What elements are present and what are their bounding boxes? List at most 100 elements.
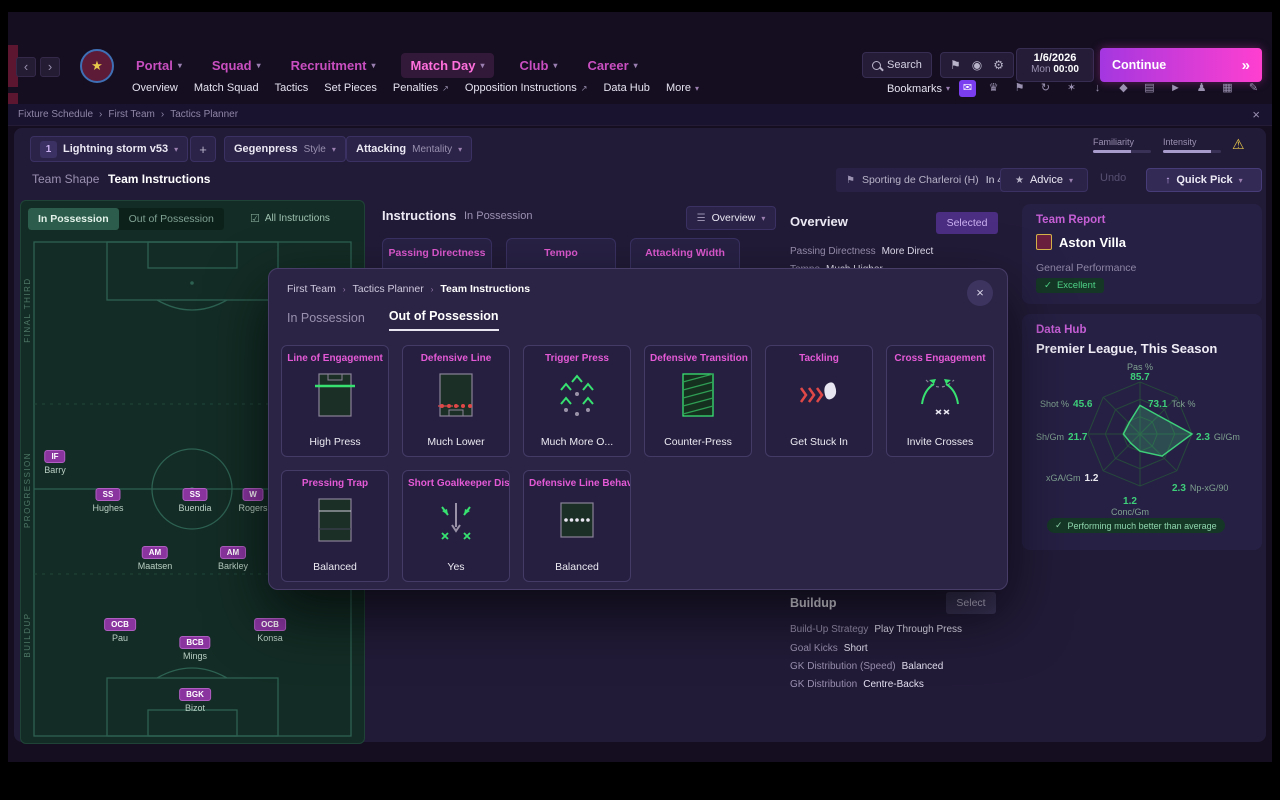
crumb-tactics-planner[interactable]: Tactics Planner bbox=[170, 109, 238, 120]
undo-button[interactable]: Undo bbox=[1100, 172, 1126, 184]
quick-pick-button[interactable]: ↑ Quick Pick ▾ bbox=[1146, 168, 1262, 192]
club-mini-crest bbox=[1036, 234, 1052, 250]
achievements-icon[interactable]: ✶ bbox=[1063, 80, 1080, 97]
menu-item-squad[interactable]: Squad▾ bbox=[208, 53, 265, 78]
nav-tactics[interactable]: Tactics bbox=[275, 82, 309, 94]
player-rogers[interactable]: WRogers bbox=[238, 484, 267, 513]
menu-item-match-day[interactable]: Match Day▾ bbox=[401, 53, 493, 78]
instructions-context: In Possession bbox=[464, 210, 532, 222]
menu-item-club[interactable]: Club▾ bbox=[516, 53, 562, 78]
player-position-badge: OCB bbox=[104, 618, 136, 631]
card-cross-engagement[interactable]: Cross Engagement Invite Crosses bbox=[886, 345, 994, 457]
segment-in-possession[interactable]: In Possession bbox=[28, 208, 119, 230]
card-short-goalkeeper-distribution[interactable]: Short Goalkeeper Distr Yes bbox=[402, 470, 510, 582]
reports-icon[interactable]: ▤ bbox=[1141, 80, 1158, 97]
defensive-line-behaviour-icon bbox=[555, 495, 599, 545]
player-barry[interactable]: IFBarry bbox=[44, 446, 66, 475]
selected-button[interactable]: Selected bbox=[936, 212, 998, 234]
player-barkley[interactable]: AMBarkley bbox=[218, 542, 248, 571]
crumb-first-team[interactable]: First Team bbox=[108, 109, 155, 120]
nav-opposition-instructions[interactable]: Opposition Instructions↗ bbox=[465, 82, 588, 94]
style-label: Style bbox=[304, 144, 326, 155]
card-tackling[interactable]: Tackling Get Stuck In bbox=[765, 345, 873, 457]
row-value: More Direct bbox=[882, 246, 934, 257]
all-instructions-toggle[interactable]: ☑ All Instructions bbox=[250, 212, 330, 225]
notes-icon[interactable]: ✎ bbox=[1245, 80, 1262, 97]
plus-icon: + bbox=[199, 142, 207, 157]
advice-button[interactable]: ★ Advice ▾ bbox=[1000, 168, 1088, 192]
team-report-card[interactable]: Team Report Aston Villa General Performa… bbox=[1022, 204, 1262, 304]
buildup-select-button[interactable]: Select bbox=[946, 592, 996, 614]
modal-tab-out-of-possession[interactable]: Out of Possession bbox=[389, 309, 499, 331]
club-crest-aston-villa[interactable]: ★ bbox=[80, 49, 114, 83]
nav-data-hub[interactable]: Data Hub bbox=[603, 82, 649, 94]
menu-item-career[interactable]: Career▾ bbox=[583, 53, 641, 78]
promotion-icon[interactable]: ► bbox=[1167, 80, 1184, 97]
downloads-icon[interactable]: ↓ bbox=[1089, 80, 1106, 97]
card-title: Tackling bbox=[766, 353, 872, 364]
nav-label: Tactics bbox=[275, 82, 309, 94]
modal-tab-in-possession[interactable]: In Possession bbox=[287, 311, 365, 331]
search-button[interactable]: Search bbox=[862, 52, 932, 78]
schedule-icon[interactable]: ▦ bbox=[1219, 80, 1236, 97]
performance-badge: ✓ Excellent bbox=[1036, 278, 1104, 293]
nav-label: Opposition Instructions bbox=[465, 82, 577, 94]
bookmark-icon[interactable]: ⚑ bbox=[950, 58, 961, 72]
close-screen-icon[interactable]: × bbox=[1252, 107, 1260, 122]
bookmarks-label: Bookmarks bbox=[887, 83, 942, 95]
player-maatsen[interactable]: AMMaatsen bbox=[138, 542, 173, 571]
player-mings[interactable]: BCBMings bbox=[179, 632, 210, 661]
card-trigger-press[interactable]: Trigger Press Much More O... bbox=[523, 345, 631, 457]
player-hughes[interactable]: SSHughes bbox=[92, 484, 123, 513]
bookmarks-menu[interactable]: Bookmarks▾ bbox=[887, 83, 950, 95]
world-icon[interactable]: ◉ bbox=[972, 58, 982, 72]
menu-label: Portal bbox=[136, 58, 173, 73]
nav-more[interactable]: More▾ bbox=[666, 82, 699, 94]
forward-button[interactable]: › bbox=[40, 57, 60, 77]
warning-icon[interactable]: ⚠ bbox=[1232, 136, 1245, 153]
gear-icon[interactable]: ⚙ bbox=[993, 58, 1004, 72]
game-date-control[interactable]: 1/6/2026 Mon 00:00 bbox=[1016, 48, 1094, 82]
crumb-fixture-schedule[interactable]: Fixture Schedule bbox=[18, 109, 93, 120]
nav-overview[interactable]: Overview bbox=[132, 82, 178, 94]
style-selector[interactable]: Gegenpress Style ▾ bbox=[224, 136, 346, 162]
club-flag-icon[interactable]: ⚑ bbox=[1011, 80, 1028, 97]
view-mode-dropdown[interactable]: ☰ Overview ▾ bbox=[686, 206, 776, 230]
finances-icon[interactable]: ◆ bbox=[1115, 80, 1132, 97]
chevron-down-icon: ▾ bbox=[761, 214, 765, 223]
chevron-down-icon: ▾ bbox=[1239, 176, 1243, 185]
card-line-of-engagement[interactable]: Line of Engagement High Press bbox=[281, 345, 389, 457]
nav-penalties[interactable]: Penalties↗ bbox=[393, 82, 449, 94]
menu-item-recruitment[interactable]: Recruitment▾ bbox=[287, 53, 380, 78]
card-defensive-line[interactable]: Defensive Line Much Lower bbox=[402, 345, 510, 457]
player-name: Barkley bbox=[218, 561, 248, 571]
menu-item-portal[interactable]: Portal▾ bbox=[132, 53, 186, 78]
tab-team-instructions[interactable]: Team Instructions bbox=[108, 172, 210, 186]
modal-crumb-first-team[interactable]: First Team bbox=[287, 283, 336, 295]
card-pressing-trap[interactable]: Pressing Trap Balanced bbox=[281, 470, 389, 582]
mentality-selector[interactable]: Attacking Mentality ▾ bbox=[346, 136, 472, 162]
player-buendia[interactable]: SSBuendia bbox=[178, 484, 211, 513]
add-tactic-button[interactable]: + bbox=[190, 136, 216, 162]
tactic-selector[interactable]: 1 Lightning storm v53 ▾ bbox=[30, 136, 188, 162]
sync-icon[interactable]: ↻ bbox=[1037, 80, 1054, 97]
player-pau[interactable]: OCBPau bbox=[104, 614, 136, 643]
card-defensive-transition[interactable]: Defensive Transition Counter-Press bbox=[644, 345, 752, 457]
menu-label: Recruitment bbox=[291, 58, 367, 73]
inbox-icon[interactable]: ✉ bbox=[959, 80, 976, 97]
modal-close-button[interactable]: × bbox=[967, 280, 993, 306]
competition-icon[interactable]: ♛ bbox=[985, 80, 1002, 97]
tab-team-shape[interactable]: Team Shape bbox=[32, 172, 99, 186]
modal-crumb-tactics-planner[interactable]: Tactics Planner bbox=[353, 283, 424, 295]
player-konsa[interactable]: OCBKonsa bbox=[254, 614, 286, 643]
back-button[interactable]: ‹ bbox=[16, 57, 36, 77]
nav-set-pieces[interactable]: Set Pieces bbox=[324, 82, 377, 94]
continue-button[interactable]: Continue » bbox=[1100, 48, 1262, 82]
segment-out-of-possession[interactable]: Out of Possession bbox=[119, 208, 224, 230]
row-value: Balanced bbox=[902, 661, 944, 672]
player-bizot[interactable]: BGKBizot bbox=[179, 684, 211, 713]
segment-label: Out of Possession bbox=[129, 213, 214, 225]
staff-icon[interactable]: ♟ bbox=[1193, 80, 1210, 97]
nav-match-squad[interactable]: Match Squad bbox=[194, 82, 259, 94]
card-defensive-line-behaviour[interactable]: Defensive Line Behavio Balanced bbox=[523, 470, 631, 582]
